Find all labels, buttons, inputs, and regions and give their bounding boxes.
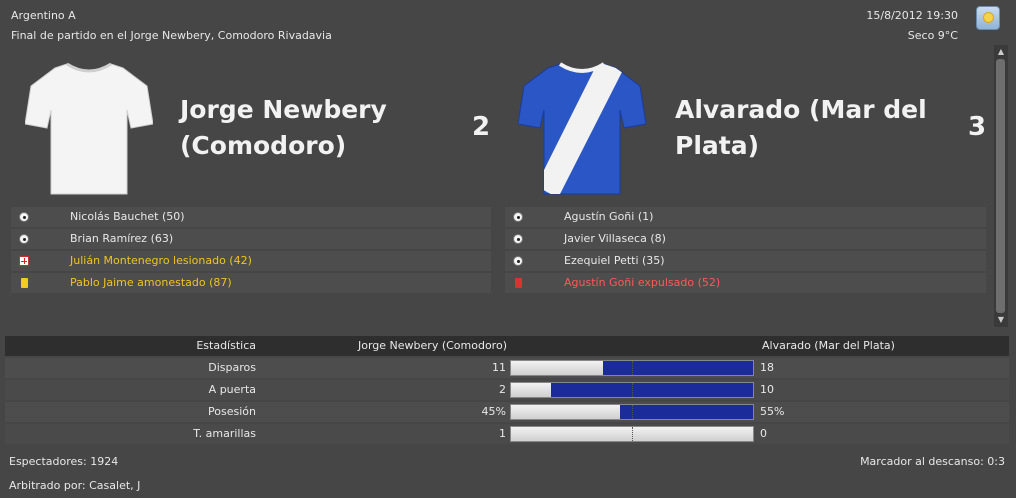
stat-label: Disparos	[208, 361, 256, 374]
stat-home-value: 1	[499, 427, 506, 440]
stat-bar	[510, 426, 754, 442]
list-item: Pablo Jaime amonestado (87)	[11, 273, 491, 293]
stat-away-value: 0	[760, 427, 767, 440]
stat-home-value: 45%	[481, 405, 506, 418]
goal-ball-icon	[19, 212, 29, 222]
table-row: Disparos 11 18	[5, 358, 1009, 378]
stat-away-value: 10	[760, 383, 774, 396]
stat-away-value: 55%	[760, 405, 785, 418]
table-row: T. amarillas 1 0	[5, 424, 1009, 444]
stat-bar	[510, 360, 754, 376]
red-card-icon	[515, 278, 522, 288]
home-team-name: Jorge Newbery (Comodoro)	[180, 95, 387, 160]
event-text: Brian Ramírez (63)	[70, 232, 174, 245]
stat-home-value: 2	[499, 383, 506, 396]
away-shirt-icon	[518, 62, 646, 195]
competition-name: Argentino A	[11, 9, 76, 22]
away-score: 3	[968, 112, 987, 142]
yellow-card-icon	[21, 278, 28, 288]
table-row: A puerta 2 10	[5, 380, 1009, 400]
event-text: Javier Villaseca (8)	[564, 232, 666, 245]
stat-bar	[510, 404, 754, 420]
referee-text: Arbitrado por: Casalet, J	[9, 479, 141, 492]
list-item: Nicolás Bauchet (50)	[11, 207, 491, 227]
goal-ball-icon	[513, 256, 523, 266]
weather-text: Seco 9°C	[907, 29, 958, 42]
stat-home-value: 11	[492, 361, 506, 374]
sunny-weather-icon	[976, 6, 1000, 30]
home-shirt-icon	[25, 62, 153, 195]
home-events-list: Nicolás Bauchet (50) Brian Ramírez (63) …	[11, 207, 491, 295]
stats-table: Estadística Jorge Newbery (Comodoro) Alv…	[5, 336, 1009, 444]
goal-ball-icon	[19, 234, 29, 244]
match-status: Final de partido en el Jorge Newbery, Co…	[11, 29, 332, 42]
scroll-up-icon[interactable]: ▲	[994, 45, 1008, 59]
stats-header-away: Alvarado (Mar del Plata)	[762, 339, 895, 352]
home-score: 2	[472, 112, 491, 142]
stats-header-home: Jorge Newbery (Comodoro)	[358, 339, 507, 352]
goal-ball-icon	[513, 212, 523, 222]
list-item: Agustín Goñi expulsado (52)	[505, 273, 986, 293]
event-text: Julián Montenegro lesionado (42)	[70, 254, 252, 267]
away-team-name: Alvarado (Mar del Plata)	[675, 95, 927, 160]
stat-bar	[510, 382, 754, 398]
halftime-score-text: Marcador al descanso: 0:3	[860, 455, 1005, 468]
match-header-right: 15/8/2012 19:30 Seco 9°C	[866, 6, 958, 46]
injury-icon	[19, 256, 29, 266]
spectators-text: Espectadores: 1924	[9, 455, 119, 468]
goal-ball-icon	[513, 234, 523, 244]
stat-label: A puerta	[208, 383, 256, 396]
table-row: Posesión 45% 55%	[5, 402, 1009, 422]
match-datetime: 15/8/2012 19:30	[866, 9, 958, 22]
match-header-left: Argentino A Final de partido en el Jorge…	[11, 6, 332, 46]
stats-header-label: Estadística	[196, 339, 256, 352]
list-item: Brian Ramírez (63)	[11, 229, 491, 249]
event-text: Nicolás Bauchet (50)	[70, 210, 185, 223]
scrollbar[interactable]: ▲ ▼	[994, 45, 1008, 327]
stat-label: Posesión	[208, 405, 256, 418]
event-text: Ezequiel Petti (35)	[564, 254, 665, 267]
stats-header-row: Estadística Jorge Newbery (Comodoro) Alv…	[5, 336, 1009, 356]
list-item: Agustín Goñi (1)	[505, 207, 986, 227]
event-text: Agustín Goñi expulsado (52)	[564, 276, 721, 289]
stat-away-value: 18	[760, 361, 774, 374]
event-text: Pablo Jaime amonestado (87)	[70, 276, 232, 289]
scroll-down-icon[interactable]: ▼	[994, 313, 1008, 327]
event-text: Agustín Goñi (1)	[564, 210, 654, 223]
list-item: Ezequiel Petti (35)	[505, 251, 986, 271]
away-events-list: Agustín Goñi (1) Javier Villaseca (8) Ez…	[505, 207, 986, 295]
stat-label: T. amarillas	[193, 427, 256, 440]
scrollbar-thumb[interactable]	[996, 59, 1005, 313]
list-item: Julián Montenegro lesionado (42)	[11, 251, 491, 271]
list-item: Javier Villaseca (8)	[505, 229, 986, 249]
